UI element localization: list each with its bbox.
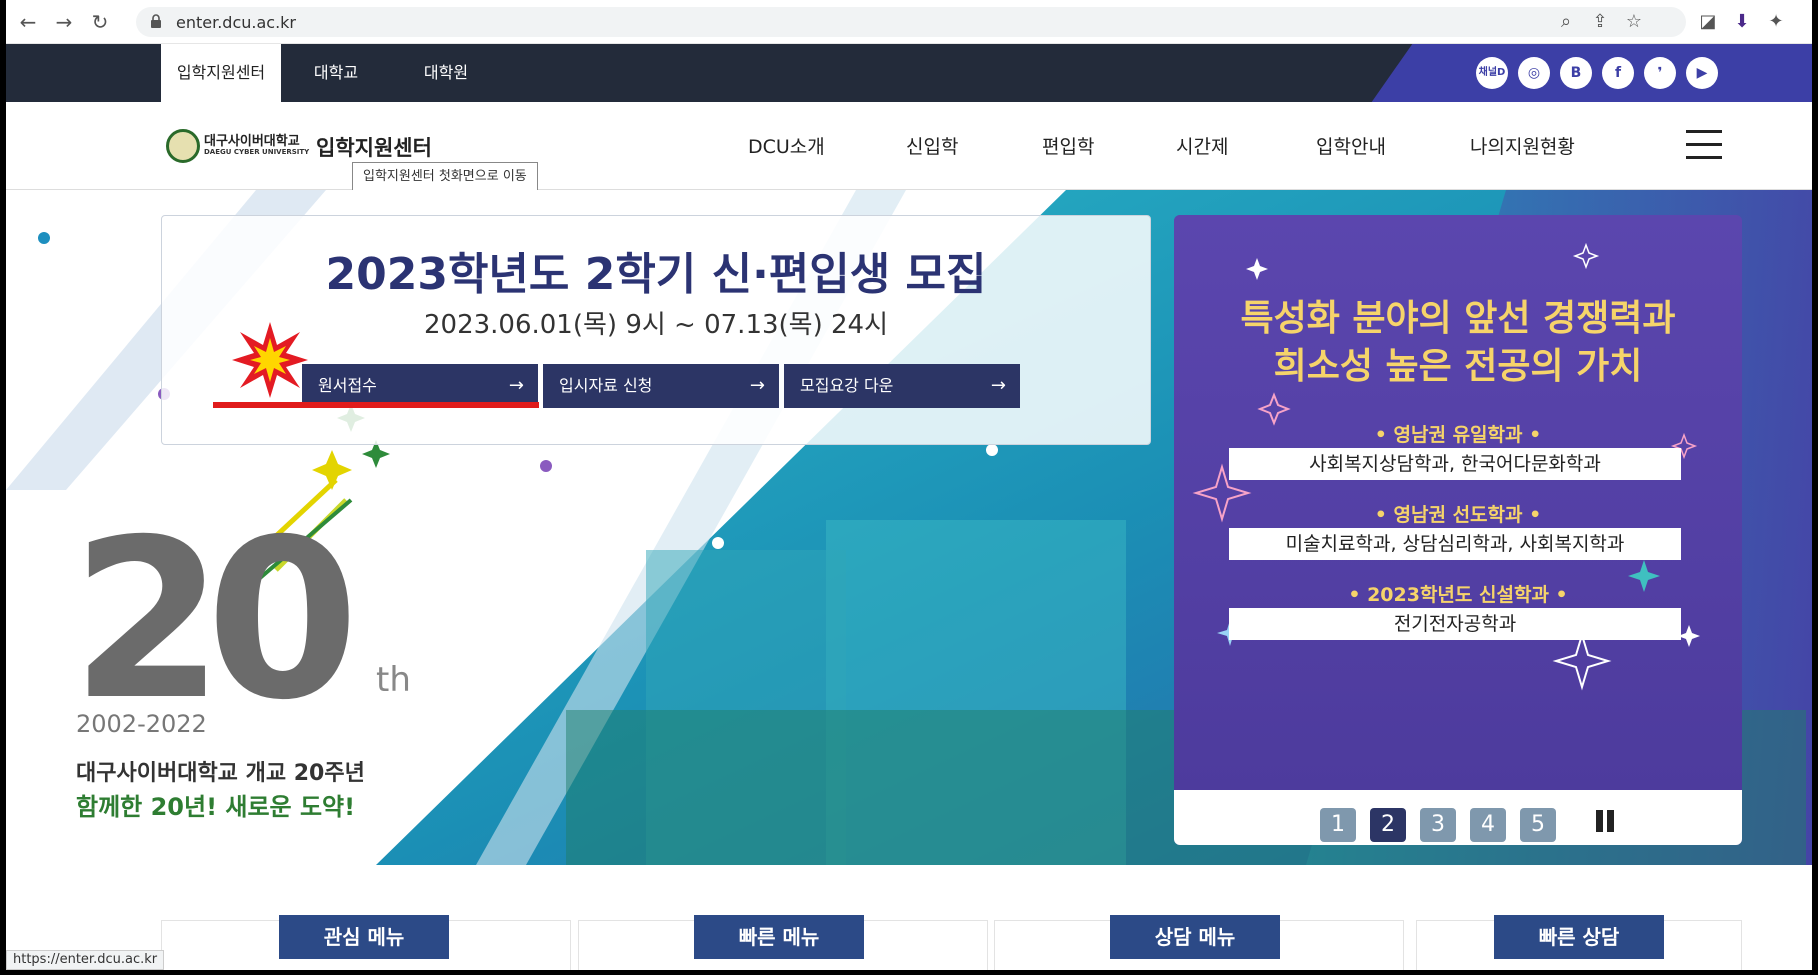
- section-content-unique: 사회복지상담학과, 한국어다문화학과: [1229, 448, 1681, 480]
- anniversary-number: 20: [71, 492, 359, 748]
- arrow-right-icon: →: [990, 375, 1006, 396]
- status-bar-url: https://enter.dcu.ac.kr: [6, 950, 165, 970]
- highlight-burst-icon: [232, 322, 308, 398]
- announcement-date: 2023.06.01(목) 9시 ~ 07.13(목) 24시: [423, 310, 889, 340]
- apply-button-label: 원서접수: [318, 376, 377, 395]
- anniversary-years: 2002-2022: [76, 710, 207, 738]
- section-label-new: • 2023학년도 신설학과 •: [1348, 584, 1568, 606]
- fast-menu-tab[interactable]: 빠른 메뉴: [694, 915, 864, 959]
- logo-center-title[interactable]: 입학지원센터: [316, 132, 432, 162]
- facebook-icon[interactable]: f: [1602, 57, 1634, 89]
- kakao-icon[interactable]: ❜: [1644, 57, 1676, 89]
- anniversary-line2: 함께한 20년! 새로운 도약!: [76, 793, 356, 821]
- extension-chart-icon[interactable]: ◪: [1696, 10, 1720, 34]
- anniversary-line1: 대구사이버대학교 개교 20주년: [76, 761, 365, 786]
- site-header: 대구사이버대학교 DAEGU CYBER UNIVERSITY 입학지원센터 입…: [6, 102, 1812, 192]
- zoom-icon[interactable]: ⌕: [1554, 10, 1578, 34]
- panel-headline-line2: 희소성 높은 전공의 가치: [1273, 346, 1643, 387]
- pager-button-4[interactable]: 4: [1470, 808, 1506, 842]
- download-guide-button[interactable]: 모집요강 다운 →: [784, 364, 1020, 408]
- nav-transfer[interactable]: 편입학: [1042, 132, 1094, 159]
- pager-button-1[interactable]: 1: [1320, 808, 1356, 842]
- nav-admission-guide[interactable]: 입학안내: [1316, 132, 1386, 159]
- section-label-leading: • 영남권 선도학과 •: [1374, 504, 1542, 526]
- reload-icon[interactable]: ↻: [88, 10, 112, 34]
- request-materials-button[interactable]: 입시자료 신청 →: [543, 364, 779, 408]
- panel-headline: 특성화 분야의 앞선 경쟁력과 희소성 높은 전공의 가치: [1174, 295, 1742, 391]
- tab-admission-center[interactable]: 입학지원센터: [161, 44, 281, 102]
- nav-part-time[interactable]: 시간제: [1176, 132, 1228, 159]
- download-icon[interactable]: ⬇: [1730, 10, 1754, 34]
- logo-tooltip: 입학지원센터 첫화면으로 이동: [352, 162, 538, 192]
- menu-hamburger-icon[interactable]: [1686, 130, 1722, 160]
- blog-icon[interactable]: B: [1560, 57, 1592, 89]
- tab-graduate-school[interactable]: 대학원: [391, 44, 501, 102]
- logo-english[interactable]: DAEGU CYBER UNIVERSITY: [204, 148, 309, 156]
- lock-icon: [151, 14, 161, 28]
- university-emblem-icon[interactable]: [166, 129, 200, 163]
- interest-menu-tab[interactable]: 관심 메뉴: [279, 915, 449, 959]
- request-materials-label: 입시자료 신청: [559, 376, 653, 395]
- forward-icon[interactable]: →: [52, 10, 76, 34]
- slide-content: 특성화 분야의 앞선 경쟁력과 희소성 높은 전공의 가치 • 영남권 유일학과…: [1174, 215, 1742, 790]
- channel-d-icon[interactable]: 채널D: [1476, 57, 1508, 89]
- pager-button-3[interactable]: 3: [1420, 808, 1456, 842]
- quick-consult-tab[interactable]: 빠른 상담: [1494, 915, 1664, 959]
- youtube-icon[interactable]: ▶: [1686, 57, 1718, 89]
- pager-button-5[interactable]: 5: [1520, 808, 1556, 842]
- extensions-puzzle-icon[interactable]: ✦: [1764, 10, 1788, 34]
- announcement-title: 2023학년도 2학기 신·편입생 모집: [325, 249, 987, 300]
- instagram-icon[interactable]: ◎: [1518, 57, 1550, 89]
- address-bar[interactable]: enter.dcu.ac.kr: [136, 7, 1686, 37]
- logo-korean[interactable]: 대구사이버대학교: [204, 130, 300, 149]
- section-content-new: 전기전자공학과: [1229, 608, 1681, 640]
- browser-toolbar: ← → ↻ enter.dcu.ac.kr ⌕ ⇪ ☆ ◪ ⬇ ✦: [6, 0, 1812, 44]
- arrow-right-icon: →: [749, 375, 765, 396]
- tab-university[interactable]: 대학교: [281, 44, 391, 102]
- anniversary-suffix: th: [376, 660, 411, 700]
- share-icon[interactable]: ⇪: [1588, 10, 1612, 34]
- url-text: enter.dcu.ac.kr: [176, 13, 297, 32]
- highlight-underline: [213, 402, 539, 408]
- consult-menu-tab[interactable]: 상담 메뉴: [1110, 915, 1280, 959]
- section-label-unique: • 영남권 유일학과 •: [1374, 424, 1542, 446]
- nav-dcu-intro[interactable]: DCU소개: [748, 132, 825, 159]
- hero-banner: 2023학년도 2학기 신·편입생 모집 2023.06.01(목) 9시 ~ …: [6, 190, 1812, 865]
- pause-icon[interactable]: [1594, 810, 1616, 832]
- nav-freshman[interactable]: 신입학: [906, 132, 958, 159]
- browser-window: ← → ↻ enter.dcu.ac.kr ⌕ ⇪ ☆ ◪ ⬇ ✦ 입학지원센터…: [6, 0, 1812, 970]
- section-content-leading: 미술치료학과, 상담심리학과, 사회복지학과: [1229, 528, 1681, 560]
- majors-slide-panel: 특성화 분야의 앞선 경쟁력과 희소성 높은 전공의 가치 • 영남권 유일학과…: [1174, 215, 1742, 845]
- bookmark-star-icon[interactable]: ☆: [1622, 10, 1646, 34]
- slide-pager: 1 2 3 4 5: [1174, 790, 1742, 845]
- nav-my-application-status[interactable]: 나의지원현황: [1470, 132, 1575, 159]
- panel-headline-line1: 특성화 분야의 앞선 경쟁력과: [1240, 298, 1676, 339]
- back-icon[interactable]: ←: [16, 10, 40, 34]
- site-topbar: 입학지원센터 대학교 대학원 채널D ◎ B f ❜ ▶: [6, 44, 1812, 102]
- pager-button-2[interactable]: 2: [1370, 808, 1406, 842]
- download-guide-label: 모집요강 다운: [800, 376, 894, 395]
